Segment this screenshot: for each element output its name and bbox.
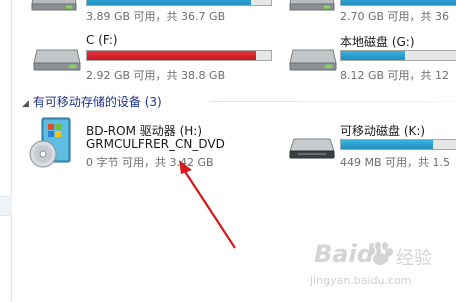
watermark-jingyan: 经验	[396, 248, 432, 269]
paw-logo-icon	[369, 242, 393, 265]
watermark-url: jingyan.baidu.com	[310, 274, 412, 287]
baidu-jingyan-watermark: Baidu 经验 jingyan.baidu.com	[300, 238, 456, 302]
